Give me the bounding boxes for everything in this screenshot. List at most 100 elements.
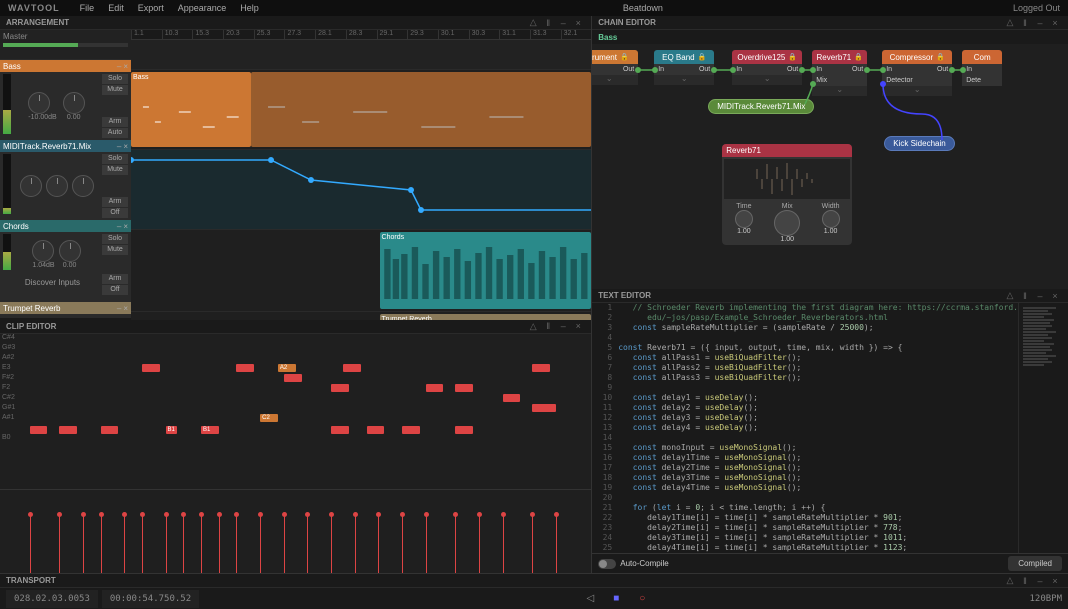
upload-icon[interactable]: △ [526,321,540,331]
chevron-down-icon[interactable]: ⌄ [654,75,714,85]
midi-note[interactable] [455,426,473,434]
kick-sidechain-pill[interactable]: Kick Sidechain [884,136,954,151]
chevron-down-icon[interactable]: ⌄ [812,86,867,96]
midi-note[interactable] [503,394,521,402]
trumpet-lane[interactable]: Trumpet Reverb [131,312,591,320]
com-node[interactable]: Com In Dete [962,48,1002,88]
track-header-trumpet[interactable]: Trumpet Reverb – × [0,302,131,318]
menu-edit[interactable]: Edit [108,3,124,13]
mix-pill[interactable]: MIDITrack.Reverb71.Mix [708,99,814,114]
midi-note[interactable] [236,364,254,372]
bass-clip[interactable]: Bass [131,72,251,147]
piano-roll[interactable]: C#4 G#3 A#2 E3 F#2 F2 C#2 G#1 A#1 B0 B1 … [0,334,591,573]
upload-icon[interactable]: △ [1003,18,1017,28]
menu-file[interactable]: File [80,3,95,13]
mute-button[interactable]: Mute [102,245,128,255]
menu-export[interactable]: Export [138,3,164,13]
minimize-icon[interactable]: – [1033,291,1047,301]
arm-button[interactable]: Arm [102,197,128,207]
instrument-node[interactable]: trument🔒 Out ⌄ [592,48,638,87]
collapse-icon[interactable]: – [117,304,121,313]
midi-note[interactable] [30,426,48,434]
midi-note[interactable] [455,384,473,392]
midi-note[interactable] [284,374,302,382]
compressor-node[interactable]: Compressor🔒 InOut Detector ⌄ [882,48,952,98]
close-track-icon[interactable]: × [123,222,128,231]
midi-note[interactable] [331,426,349,434]
midi-note[interactable] [532,404,556,412]
width-knob[interactable] [822,210,840,228]
knob[interactable] [20,175,42,197]
eq-node[interactable]: EQ Band🔒 InOut ⌄ [654,48,714,87]
off-button[interactable]: Off [102,285,128,295]
reverb-lane[interactable] [131,150,591,230]
close-icon[interactable]: × [571,18,585,28]
midi-note[interactable]: A2 [278,364,296,372]
minimize-icon[interactable]: – [556,321,570,331]
solo-button[interactable]: Solo [102,154,128,164]
minimize-icon[interactable]: – [556,18,570,28]
arm-button[interactable]: Arm [102,274,128,284]
port-dot[interactable] [799,67,805,73]
rewind-button[interactable]: ◁ [582,591,598,607]
track-header-bass[interactable]: Bass – × -10.00dB 0.00 [0,60,131,140]
overdrive-node[interactable]: Overdrive125🔒 InOut ⌄ [732,48,802,87]
chords-clip[interactable]: Chords [380,232,592,309]
reverb-device[interactable]: Reverb71 Time 1.00 Mix 1.00 [722,144,852,245]
port-dot[interactable] [864,67,870,73]
upload-icon[interactable]: △ [1003,576,1017,586]
ruler[interactable]: 1.110.315.320.325.327.328.128.329.129.33… [131,30,591,40]
auto-compile-toggle[interactable] [598,559,616,569]
midi-note[interactable]: B1 [201,426,219,434]
time-display[interactable]: 00:00:54.750.52 [102,590,199,608]
gain-knob[interactable] [32,240,54,262]
stop-button[interactable]: ■ [608,591,624,607]
login-status[interactable]: Logged Out [1013,3,1060,13]
off-button[interactable]: Off [102,208,128,218]
record-button[interactable]: ○ [634,591,650,607]
midi-note[interactable] [343,364,361,372]
time-knob[interactable] [735,210,753,228]
pan-knob[interactable] [59,240,81,262]
close-icon[interactable]: × [1048,576,1062,586]
chevron-down-icon[interactable]: ⌄ [592,75,638,85]
chain-canvas[interactable]: trument🔒 Out ⌄ EQ Band🔒 InOut ⌄ Overdriv… [592,44,1068,289]
master-lane[interactable] [131,40,591,70]
pan-knob[interactable] [63,92,85,114]
midi-note[interactable]: B1 [166,426,178,434]
pause-icon[interactable]: ‖ [541,321,555,331]
midi-note[interactable] [402,426,420,434]
chords-lane[interactable]: Chords [131,230,591,312]
close-icon[interactable]: × [1048,18,1062,28]
port-dot[interactable] [949,67,955,73]
code-content[interactable]: // Schroeder Reverb implementing the fir… [618,303,1018,553]
upload-icon[interactable]: △ [1003,291,1017,301]
arm-button[interactable]: Arm [102,117,128,127]
collapse-icon[interactable]: – [117,62,121,71]
minimize-icon[interactable]: – [1033,18,1047,28]
position-display[interactable]: 028.02.03.0053 [6,590,98,608]
track-header-reverb[interactable]: MIDITrack.Reverb71.Mix – × [0,140,131,220]
trumpet-clip[interactable]: Trumpet Reverb [380,314,592,320]
track-header-chords[interactable]: Chords – × 1.04dB 0.00 Solo [0,220,131,302]
reverb-node[interactable]: Reverb71🔒 InOut Mix ⌄ [812,48,867,98]
upload-icon[interactable]: △ [526,18,540,28]
code-editor[interactable]: 1234567891011121314151617181920212223242… [592,303,1068,553]
mute-button[interactable]: Mute [102,85,128,95]
bass-clip[interactable] [251,72,592,147]
collapse-icon[interactable]: – [117,222,121,231]
close-track-icon[interactable]: × [123,62,128,71]
menu-appearance[interactable]: Appearance [178,3,227,13]
pause-icon[interactable]: ‖ [1018,576,1032,586]
pause-icon[interactable]: ‖ [1018,291,1032,301]
chevron-down-icon[interactable]: ⌄ [882,86,952,96]
pause-icon[interactable]: ‖ [1018,18,1032,28]
knob[interactable] [72,175,94,197]
close-icon[interactable]: × [1048,291,1062,301]
port-dot[interactable] [635,67,641,73]
minimap[interactable] [1018,303,1068,553]
timeline[interactable]: 1.110.315.320.325.327.328.128.329.129.33… [131,30,591,320]
midi-note[interactable] [426,384,444,392]
close-track-icon[interactable]: × [123,304,128,313]
gain-knob[interactable] [28,92,50,114]
